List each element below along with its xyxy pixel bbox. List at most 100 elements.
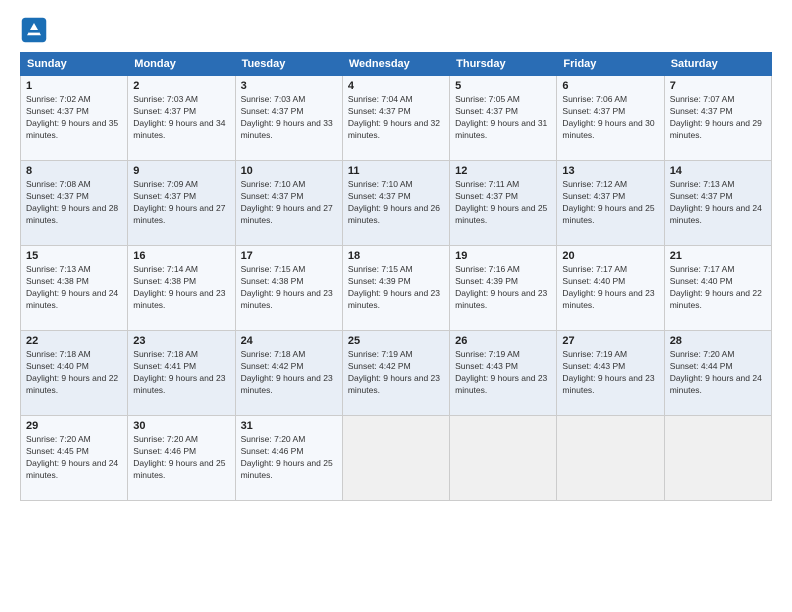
- day-number: 24: [241, 335, 337, 347]
- day-cell: 30 Sunrise: 7:20 AM Sunset: 4:46 PM Dayl…: [128, 416, 235, 501]
- day-cell: 15 Sunrise: 7:13 AM Sunset: 4:38 PM Dayl…: [21, 246, 128, 331]
- day-number: 17: [241, 250, 337, 262]
- day-number: 1: [26, 80, 122, 92]
- day-cell: 2 Sunrise: 7:03 AM Sunset: 4:37 PM Dayli…: [128, 76, 235, 161]
- week-row-2: 8 Sunrise: 7:08 AM Sunset: 4:37 PM Dayli…: [21, 161, 772, 246]
- day-info: Sunrise: 7:02 AM Sunset: 4:37 PM Dayligh…: [26, 94, 122, 142]
- page: SundayMondayTuesdayWednesdayThursdayFrid…: [0, 0, 792, 612]
- day-info: Sunrise: 7:08 AM Sunset: 4:37 PM Dayligh…: [26, 179, 122, 227]
- day-cell: [342, 416, 449, 501]
- week-row-3: 15 Sunrise: 7:13 AM Sunset: 4:38 PM Dayl…: [21, 246, 772, 331]
- day-number: 5: [455, 80, 551, 92]
- day-number: 16: [133, 250, 229, 262]
- day-cell: 21 Sunrise: 7:17 AM Sunset: 4:40 PM Dayl…: [664, 246, 771, 331]
- calendar-table: SundayMondayTuesdayWednesdayThursdayFrid…: [20, 52, 772, 501]
- header-cell-monday: Monday: [128, 53, 235, 76]
- header-cell-sunday: Sunday: [21, 53, 128, 76]
- day-number: 6: [562, 80, 658, 92]
- day-number: 21: [670, 250, 766, 262]
- day-number: 23: [133, 335, 229, 347]
- day-number: 13: [562, 165, 658, 177]
- day-number: 15: [26, 250, 122, 262]
- day-info: Sunrise: 7:17 AM Sunset: 4:40 PM Dayligh…: [562, 264, 658, 312]
- day-cell: 22 Sunrise: 7:18 AM Sunset: 4:40 PM Dayl…: [21, 331, 128, 416]
- day-info: Sunrise: 7:04 AM Sunset: 4:37 PM Dayligh…: [348, 94, 444, 142]
- day-number: 11: [348, 165, 444, 177]
- day-number: 10: [241, 165, 337, 177]
- day-number: 3: [241, 80, 337, 92]
- day-info: Sunrise: 7:15 AM Sunset: 4:38 PM Dayligh…: [241, 264, 337, 312]
- day-cell: [664, 416, 771, 501]
- day-info: Sunrise: 7:18 AM Sunset: 4:40 PM Dayligh…: [26, 349, 122, 397]
- day-info: Sunrise: 7:10 AM Sunset: 4:37 PM Dayligh…: [241, 179, 337, 227]
- day-info: Sunrise: 7:10 AM Sunset: 4:37 PM Dayligh…: [348, 179, 444, 227]
- day-number: 2: [133, 80, 229, 92]
- calendar-header: SundayMondayTuesdayWednesdayThursdayFrid…: [21, 53, 772, 76]
- logo-icon: [20, 16, 48, 44]
- day-info: Sunrise: 7:05 AM Sunset: 4:37 PM Dayligh…: [455, 94, 551, 142]
- day-cell: 1 Sunrise: 7:02 AM Sunset: 4:37 PM Dayli…: [21, 76, 128, 161]
- day-number: 26: [455, 335, 551, 347]
- day-number: 20: [562, 250, 658, 262]
- day-number: 7: [670, 80, 766, 92]
- day-number: 25: [348, 335, 444, 347]
- day-number: 14: [670, 165, 766, 177]
- day-cell: 7 Sunrise: 7:07 AM Sunset: 4:37 PM Dayli…: [664, 76, 771, 161]
- day-cell: 25 Sunrise: 7:19 AM Sunset: 4:42 PM Dayl…: [342, 331, 449, 416]
- day-number: 29: [26, 420, 122, 432]
- header-row: SundayMondayTuesdayWednesdayThursdayFrid…: [21, 53, 772, 76]
- day-info: Sunrise: 7:06 AM Sunset: 4:37 PM Dayligh…: [562, 94, 658, 142]
- day-info: Sunrise: 7:17 AM Sunset: 4:40 PM Dayligh…: [670, 264, 766, 312]
- day-cell: [450, 416, 557, 501]
- day-info: Sunrise: 7:15 AM Sunset: 4:39 PM Dayligh…: [348, 264, 444, 312]
- week-row-1: 1 Sunrise: 7:02 AM Sunset: 4:37 PM Dayli…: [21, 76, 772, 161]
- day-cell: 28 Sunrise: 7:20 AM Sunset: 4:44 PM Dayl…: [664, 331, 771, 416]
- day-cell: 24 Sunrise: 7:18 AM Sunset: 4:42 PM Dayl…: [235, 331, 342, 416]
- day-cell: 12 Sunrise: 7:11 AM Sunset: 4:37 PM Dayl…: [450, 161, 557, 246]
- day-cell: 20 Sunrise: 7:17 AM Sunset: 4:40 PM Dayl…: [557, 246, 664, 331]
- day-number: 27: [562, 335, 658, 347]
- day-cell: 8 Sunrise: 7:08 AM Sunset: 4:37 PM Dayli…: [21, 161, 128, 246]
- day-cell: 29 Sunrise: 7:20 AM Sunset: 4:45 PM Dayl…: [21, 416, 128, 501]
- header-cell-saturday: Saturday: [664, 53, 771, 76]
- day-info: Sunrise: 7:18 AM Sunset: 4:41 PM Dayligh…: [133, 349, 229, 397]
- day-cell: 14 Sunrise: 7:13 AM Sunset: 4:37 PM Dayl…: [664, 161, 771, 246]
- day-number: 12: [455, 165, 551, 177]
- day-info: Sunrise: 7:19 AM Sunset: 4:43 PM Dayligh…: [562, 349, 658, 397]
- day-info: Sunrise: 7:03 AM Sunset: 4:37 PM Dayligh…: [133, 94, 229, 142]
- day-info: Sunrise: 7:19 AM Sunset: 4:43 PM Dayligh…: [455, 349, 551, 397]
- day-info: Sunrise: 7:20 AM Sunset: 4:44 PM Dayligh…: [670, 349, 766, 397]
- day-info: Sunrise: 7:18 AM Sunset: 4:42 PM Dayligh…: [241, 349, 337, 397]
- day-number: 31: [241, 420, 337, 432]
- day-cell: 26 Sunrise: 7:19 AM Sunset: 4:43 PM Dayl…: [450, 331, 557, 416]
- day-cell: 19 Sunrise: 7:16 AM Sunset: 4:39 PM Dayl…: [450, 246, 557, 331]
- day-info: Sunrise: 7:14 AM Sunset: 4:38 PM Dayligh…: [133, 264, 229, 312]
- logo: [20, 16, 52, 44]
- week-row-4: 22 Sunrise: 7:18 AM Sunset: 4:40 PM Dayl…: [21, 331, 772, 416]
- day-info: Sunrise: 7:12 AM Sunset: 4:37 PM Dayligh…: [562, 179, 658, 227]
- day-number: 4: [348, 80, 444, 92]
- day-info: Sunrise: 7:03 AM Sunset: 4:37 PM Dayligh…: [241, 94, 337, 142]
- header-cell-friday: Friday: [557, 53, 664, 76]
- day-cell: 13 Sunrise: 7:12 AM Sunset: 4:37 PM Dayl…: [557, 161, 664, 246]
- day-cell: 3 Sunrise: 7:03 AM Sunset: 4:37 PM Dayli…: [235, 76, 342, 161]
- day-number: 28: [670, 335, 766, 347]
- day-info: Sunrise: 7:19 AM Sunset: 4:42 PM Dayligh…: [348, 349, 444, 397]
- day-number: 22: [26, 335, 122, 347]
- day-cell: 4 Sunrise: 7:04 AM Sunset: 4:37 PM Dayli…: [342, 76, 449, 161]
- day-cell: 31 Sunrise: 7:20 AM Sunset: 4:46 PM Dayl…: [235, 416, 342, 501]
- day-cell: 18 Sunrise: 7:15 AM Sunset: 4:39 PM Dayl…: [342, 246, 449, 331]
- day-cell: 16 Sunrise: 7:14 AM Sunset: 4:38 PM Dayl…: [128, 246, 235, 331]
- day-cell: [557, 416, 664, 501]
- day-cell: 17 Sunrise: 7:15 AM Sunset: 4:38 PM Dayl…: [235, 246, 342, 331]
- header-cell-wednesday: Wednesday: [342, 53, 449, 76]
- day-number: 19: [455, 250, 551, 262]
- day-info: Sunrise: 7:07 AM Sunset: 4:37 PM Dayligh…: [670, 94, 766, 142]
- day-info: Sunrise: 7:13 AM Sunset: 4:38 PM Dayligh…: [26, 264, 122, 312]
- day-cell: 9 Sunrise: 7:09 AM Sunset: 4:37 PM Dayli…: [128, 161, 235, 246]
- day-info: Sunrise: 7:16 AM Sunset: 4:39 PM Dayligh…: [455, 264, 551, 312]
- day-cell: 27 Sunrise: 7:19 AM Sunset: 4:43 PM Dayl…: [557, 331, 664, 416]
- day-number: 30: [133, 420, 229, 432]
- calendar-body: 1 Sunrise: 7:02 AM Sunset: 4:37 PM Dayli…: [21, 76, 772, 501]
- day-cell: 5 Sunrise: 7:05 AM Sunset: 4:37 PM Dayli…: [450, 76, 557, 161]
